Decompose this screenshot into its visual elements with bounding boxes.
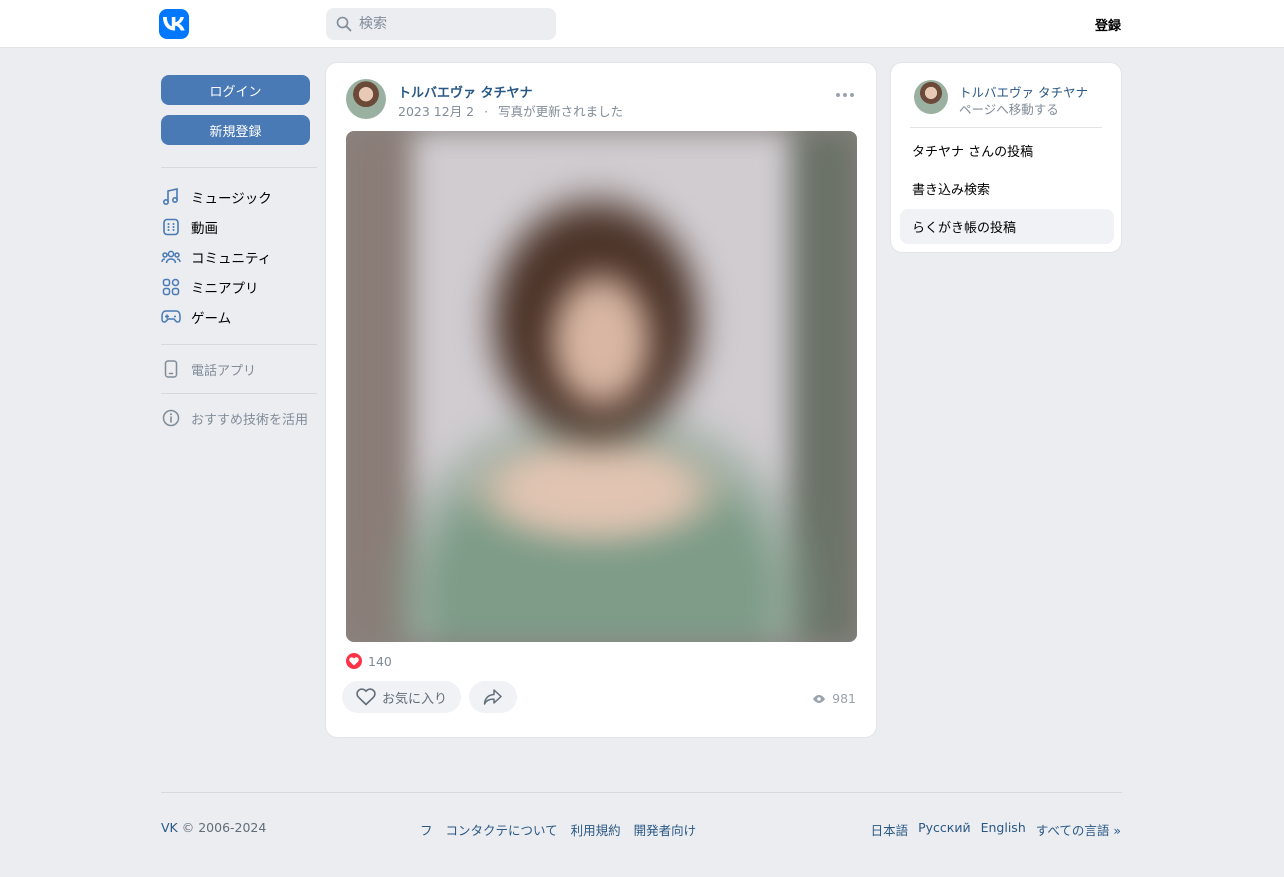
- likes-summary[interactable]: 140: [346, 653, 392, 669]
- sidebar-item-music[interactable]: ミュージック: [161, 185, 272, 209]
- register-link[interactable]: 登録: [1095, 15, 1121, 34]
- profile-menu-posts[interactable]: タチヤナ さんの投稿: [900, 133, 1114, 168]
- sidebar-item-label: 動画: [191, 221, 218, 237]
- sidebar-item-community[interactable]: コミュニティ: [161, 245, 271, 269]
- profile-menu-search-posts[interactable]: 書き込み検索: [900, 171, 1114, 206]
- post-card: トルバエヴァ タチヤナ 2023 12月 2 · 写真が更新されました 140 …: [325, 62, 877, 738]
- sidebar-item-label: ミニアプリ: [191, 281, 259, 297]
- signup-button[interactable]: 新規登録: [161, 115, 310, 145]
- music-icon: [161, 187, 181, 207]
- vk-logo-icon: [163, 17, 185, 31]
- search-icon: [336, 16, 352, 32]
- favorite-button[interactable]: お気に入り: [342, 681, 461, 713]
- sidebar-item-label: 電話アプリ: [191, 363, 257, 379]
- sidebar-divider: [161, 167, 317, 168]
- footer-link-terms[interactable]: 利用規約: [571, 820, 621, 839]
- footer-copyright: VK © 2006-2024: [161, 820, 266, 835]
- login-button[interactable]: ログイン: [161, 75, 310, 105]
- sidebar-item-label: ミュージック: [191, 191, 272, 207]
- more-options-icon[interactable]: [836, 93, 854, 97]
- meta-separator: ·: [484, 104, 489, 119]
- lang-japanese[interactable]: 日本語: [871, 820, 909, 839]
- sidebar-item-video[interactable]: 動画: [161, 215, 218, 239]
- vk-logo[interactable]: [159, 9, 189, 39]
- lang-russian[interactable]: Русский: [918, 820, 970, 839]
- post-author-name[interactable]: トルバエヴァ タチヤナ: [398, 82, 533, 101]
- footer-link-developers[interactable]: 開発者向け: [634, 820, 697, 839]
- share-button[interactable]: [469, 681, 517, 713]
- post-photo[interactable]: [346, 131, 857, 642]
- lang-english[interactable]: English: [981, 820, 1026, 839]
- post-date[interactable]: 2023 12月 2: [398, 104, 474, 119]
- sidebar-item-recommend-tech[interactable]: おすすめ技術を活用: [161, 406, 308, 430]
- sidebar-item-label: ゲーム: [191, 311, 232, 327]
- likes-count: 140: [368, 653, 392, 669]
- go-to-page-link[interactable]: ページへ移動する: [959, 99, 1059, 118]
- profile-card: トルバエヴァ タチヤナ ページへ移動する タチヤナ さんの投稿 書き込み検索 ら…: [890, 62, 1122, 253]
- footer-link-about[interactable]: コンタクテについて: [446, 820, 558, 839]
- info-icon: [161, 408, 181, 428]
- post-action: 写真が更新されました: [498, 104, 624, 119]
- author-avatar[interactable]: [346, 79, 386, 119]
- eye-icon: [813, 694, 826, 703]
- heart-filled-icon: [346, 653, 362, 669]
- sidebar-divider: [161, 393, 317, 394]
- phone-icon: [161, 359, 181, 379]
- favorite-label: お気に入り: [381, 691, 447, 707]
- mini-apps-icon: [161, 277, 181, 297]
- search-box[interactable]: [326, 8, 556, 40]
- profile-avatar[interactable]: [914, 80, 948, 114]
- profile-menu-wall-posts[interactable]: らくがき帳の投稿: [900, 209, 1114, 244]
- heart-outline-icon: [356, 688, 376, 706]
- sidebar-item-phone-app[interactable]: 電話アプリ: [161, 357, 256, 381]
- post-meta: 2023 12月 2 · 写真が更新されました: [398, 101, 623, 120]
- sidebar-divider: [161, 344, 317, 345]
- share-icon: [483, 689, 502, 705]
- sidebar-item-label: おすすめ技術を活用: [191, 412, 309, 428]
- sidebar-item-label: コミュニティ: [191, 251, 272, 267]
- footer-divider: [161, 792, 1122, 793]
- views-number: 981: [832, 691, 856, 706]
- footer-link[interactable]: フ: [420, 820, 433, 839]
- community-icon: [161, 247, 181, 267]
- profile-card-divider: [910, 127, 1102, 128]
- top-header: 登録: [0, 0, 1284, 48]
- video-icon: [161, 217, 181, 237]
- views-count: 981: [812, 691, 856, 706]
- gamepad-icon: [161, 307, 181, 327]
- footer-links: フ コンタクテについて 利用規約 開発者向け: [420, 820, 696, 839]
- lang-all[interactable]: すべての言語 »: [1036, 820, 1121, 839]
- sidebar-item-games[interactable]: ゲーム: [161, 305, 231, 329]
- blurred-photo: [346, 131, 857, 642]
- footer-copyright-text: © 2006-2024: [181, 820, 267, 835]
- sidebar-item-mini-apps[interactable]: ミニアプリ: [161, 275, 259, 299]
- footer-brand[interactable]: VK: [161, 820, 178, 835]
- footer-languages: 日本語 Русский English すべての言語 »: [871, 820, 1121, 839]
- search-input[interactable]: [359, 16, 539, 32]
